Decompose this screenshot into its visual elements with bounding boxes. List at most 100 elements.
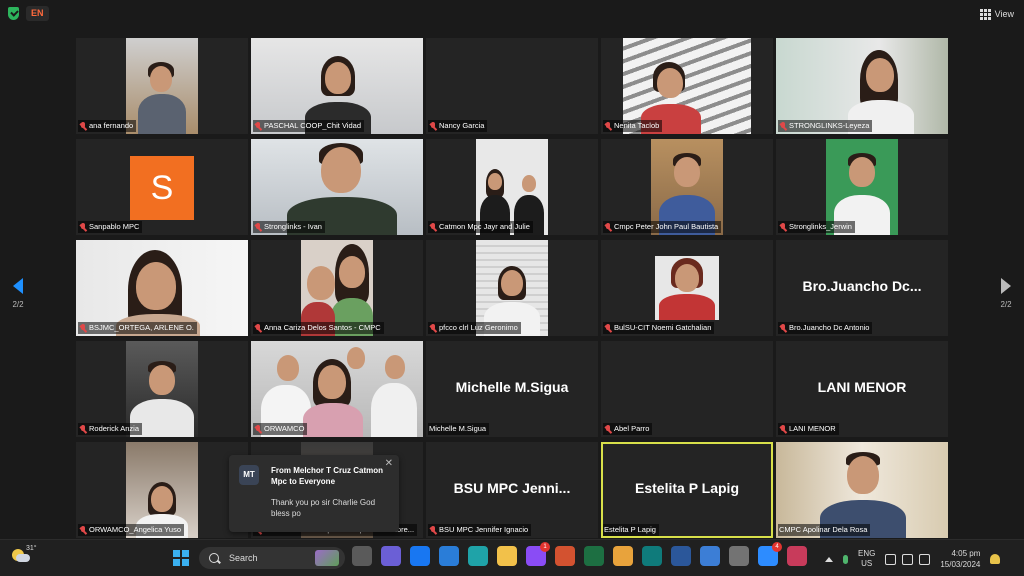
- store-icon[interactable]: [700, 546, 720, 566]
- participant-name-label: Nancy Garcia: [428, 120, 488, 132]
- battery-icon[interactable]: [919, 553, 931, 565]
- participant-name-label: Catmon Mpc Jayr and Julie: [428, 221, 533, 233]
- input-language[interactable]: ENG US: [858, 549, 875, 569]
- participant-tile[interactable]: BSU MPC Jenni... BSU MPC Jennifer Ignaci…: [426, 442, 598, 538]
- chevron-up-icon[interactable]: [825, 556, 833, 562]
- previous-page-button[interactable]: 2/2: [6, 278, 30, 309]
- mic-muted-icon: [429, 121, 437, 131]
- next-page-button[interactable]: 2/2: [994, 278, 1018, 309]
- participant-tile[interactable]: Abel Parro: [601, 341, 773, 437]
- participant-name-label: STRONGLINKS-Leyeza: [778, 120, 873, 132]
- mic-muted-icon: [779, 121, 787, 131]
- windows-start-button[interactable]: [173, 550, 189, 566]
- participant-tile[interactable]: Bro.Juancho Dc... Bro.Juancho Dc Antonio: [776, 240, 948, 336]
- participant-name-label: pfcco clrl Luz Geronimo: [428, 322, 521, 334]
- participant-display-name: Michelle M.Sigua: [455, 379, 569, 395]
- participant-tile[interactable]: BSJMC_ORTEGA, ARLENE O.: [76, 240, 248, 336]
- shield-check-icon[interactable]: [8, 7, 19, 20]
- close-icon[interactable]: ✕: [385, 458, 393, 469]
- language-interpretation-badge[interactable]: EN: [26, 6, 49, 21]
- messenger-icon[interactable]: 1: [526, 542, 550, 566]
- participant-video: [126, 38, 198, 134]
- word-icon[interactable]: [671, 546, 691, 566]
- mic-muted-icon: [779, 222, 787, 232]
- participant-name-label: ORWAMCO_Angelica Yuso: [78, 524, 184, 536]
- weather-temperature: 31°: [26, 545, 37, 552]
- participant-tile[interactable]: ana fernando: [76, 38, 248, 134]
- participant-tile[interactable]: PASCHAL COOP_Chit Vidad: [251, 38, 423, 134]
- facebook-icon[interactable]: [410, 546, 430, 566]
- participant-tile[interactable]: LANI MENOR LANI MENOR: [776, 341, 948, 437]
- system-tray: ENG US 4:05 pm 15/03/2024: [825, 548, 1001, 570]
- mic-muted-icon: [779, 323, 787, 333]
- mic-muted-icon: [604, 121, 612, 131]
- participant-name-label: Cmpc Peter John Paul Bautista: [603, 221, 722, 233]
- participant-name-label: Abel Parro: [603, 423, 653, 435]
- participant-video: [655, 256, 719, 320]
- participant-tile[interactable]: Stronglinks_Jerwin: [776, 139, 948, 235]
- search-placeholder: Search: [229, 553, 258, 563]
- mic-muted-icon: [79, 323, 87, 333]
- publisher-icon[interactable]: [642, 546, 662, 566]
- participant-display-name: Estelita P Lapig: [635, 480, 739, 496]
- search-icon: [209, 553, 219, 563]
- participant-name-label: Stronglinks_Jerwin: [778, 221, 855, 233]
- chat-sender: From Melchor T Cruz Catmon Mpc to Everyo…: [271, 466, 384, 486]
- participant-tile[interactable]: Roderick Anzia: [76, 341, 248, 437]
- edge-icon[interactable]: [468, 546, 488, 566]
- participant-tile[interactable]: pfcco clrl Luz Geronimo: [426, 240, 598, 336]
- participant-tile[interactable]: ORWAMCO_Angelica Yuso: [76, 442, 248, 538]
- participant-name-label: Michelle M.Sigua: [428, 423, 490, 435]
- powerpoint-icon[interactable]: [555, 546, 575, 566]
- wifi-icon[interactable]: [885, 553, 897, 565]
- volume-icon[interactable]: [902, 553, 914, 565]
- view-button[interactable]: View: [979, 6, 1014, 22]
- weather-widget[interactable]: 31°: [8, 544, 38, 572]
- participant-tile[interactable]: S Sanpablo MPC: [76, 139, 248, 235]
- mic-muted-icon: [604, 323, 612, 333]
- notification-badge: 4: [772, 542, 782, 552]
- mail-icon[interactable]: [439, 546, 459, 566]
- mic-muted-icon: [604, 222, 612, 232]
- mic-muted-icon: [254, 121, 262, 131]
- chat-app-icon[interactable]: [381, 546, 401, 566]
- excel-icon[interactable]: [584, 546, 604, 566]
- chat-notification[interactable]: MT From Melchor T Cruz Catmon Mpc to Eve…: [229, 455, 399, 532]
- participant-tile[interactable]: Nenita Taclob: [601, 38, 773, 134]
- participant-avatar: S: [130, 156, 194, 220]
- zoom-icon[interactable]: 4: [758, 542, 782, 566]
- meeting-top-bar: EN View: [0, 0, 1024, 28]
- folder-icon[interactable]: [497, 546, 517, 566]
- notification-badge: 1: [540, 542, 550, 552]
- chrome-icon[interactable]: [613, 546, 633, 566]
- participant-tile[interactable]: CMPC Apolinar Dela Rosa: [776, 442, 948, 538]
- participant-display-name: BSU MPC Jenni...: [453, 480, 571, 496]
- participant-tile[interactable]: BulSU-CIT Noemi Gatchalian: [601, 240, 773, 336]
- participant-name-label: Sanpablo MPC: [78, 221, 143, 233]
- grid-icon: [979, 8, 991, 20]
- participant-tile[interactable]: Nancy Garcia: [426, 38, 598, 134]
- active-speaker-tile[interactable]: Estelita P Lapig Estelita P Lapig: [601, 442, 773, 538]
- snipping-tool-icon[interactable]: [787, 546, 807, 566]
- file-explorer-widget-icon[interactable]: [352, 546, 372, 566]
- mic-muted-icon: [79, 525, 87, 535]
- mic-muted-icon: [779, 424, 787, 434]
- participant-tile[interactable]: ORWAMCO: [251, 341, 423, 437]
- participant-tile[interactable]: Catmon Mpc Jayr and Julie: [426, 139, 598, 235]
- notification-icon[interactable]: [990, 554, 1001, 564]
- mic-muted-icon: [429, 323, 437, 333]
- cloud-icon: [16, 554, 30, 562]
- taskbar-search[interactable]: Search: [199, 547, 345, 569]
- mic-muted-icon: [604, 424, 612, 434]
- clock[interactable]: 4:05 pm 15/03/2024: [940, 548, 980, 570]
- calculator-icon[interactable]: [729, 546, 749, 566]
- participant-tile[interactable]: Stronglinks - Ivan: [251, 139, 423, 235]
- participant-tile[interactable]: Cmpc Peter John Paul Bautista: [601, 139, 773, 235]
- participant-tile[interactable]: Michelle M.Sigua Michelle M.Sigua: [426, 341, 598, 437]
- participant-tile[interactable]: STRONGLINKS-Leyeza: [776, 38, 948, 134]
- mic-muted-icon: [254, 323, 262, 333]
- microphone-icon[interactable]: [843, 554, 848, 564]
- chat-message: Thank you po sir Charlie God bless po: [271, 498, 376, 518]
- participant-name-label: BulSU-CIT Noemi Gatchalian: [603, 322, 715, 334]
- participant-tile[interactable]: Anna Cariza Delos Santos - CMPC: [251, 240, 423, 336]
